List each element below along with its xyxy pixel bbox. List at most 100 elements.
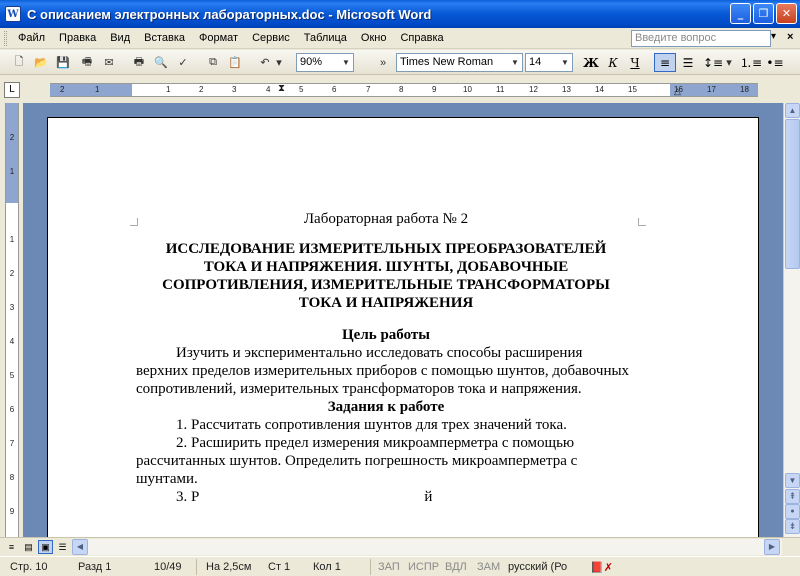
vertical-scroll-thumb[interactable] bbox=[785, 119, 800, 269]
standard-toolbar: 🗋 📂 💾 🖷 ✉ 🖶 🔍 ✓ ⧉ 📋 ↶ ▾ 90% ▼ » Times Ne… bbox=[0, 50, 800, 75]
menu-table[interactable]: Таблица bbox=[297, 32, 354, 44]
status-rec[interactable]: ЗАП bbox=[378, 561, 400, 573]
scroll-up-icon[interactable]: ▲ bbox=[785, 103, 800, 118]
document-page[interactable]: Лабораторная работа № 2 ИССЛЕДОВАНИЕ ИЗМ… bbox=[47, 117, 759, 537]
line-spacing-dropdown-icon[interactable]: ▾ bbox=[724, 54, 734, 71]
scroll-down-icon[interactable]: ▼ bbox=[785, 473, 800, 488]
task-item: 3. Р й bbox=[176, 489, 433, 505]
menu-grip[interactable] bbox=[4, 30, 7, 46]
zoom-dropdown-icon[interactable]: ▼ bbox=[340, 55, 352, 70]
scroll-right-icon[interactable]: ▶ bbox=[764, 539, 780, 555]
underline-button[interactable]: Ч bbox=[624, 53, 646, 72]
vertical-ruler[interactable]: 2 1 1 2 3 4 5 6 7 8 9 bbox=[5, 103, 19, 537]
restore-button[interactable]: ❐ bbox=[753, 3, 774, 24]
status-track-changes[interactable]: ИСПР bbox=[408, 561, 439, 573]
ruler-label: 14 bbox=[595, 85, 604, 94]
document-close-icon[interactable]: × bbox=[787, 31, 793, 43]
menu-edit[interactable]: Правка bbox=[52, 32, 103, 44]
vruler-label: 3 bbox=[9, 303, 15, 312]
save-icon[interactable]: 💾 bbox=[54, 54, 72, 71]
vruler-label: 8 bbox=[9, 473, 15, 482]
normal-view-icon[interactable]: ≡ bbox=[4, 540, 19, 554]
toolbar-options-icon[interactable]: » bbox=[374, 54, 392, 71]
doc-title-line: ТОКА И НАПРЯЖЕНИЯ. ШУНТЫ, ДОБАВОЧНЫЕ bbox=[203, 259, 569, 275]
next-page-icon[interactable]: ⇟ bbox=[785, 519, 800, 534]
print-layout-view-icon[interactable]: ▣ bbox=[38, 540, 53, 554]
menu-format[interactable]: Формат bbox=[192, 32, 245, 44]
scroll-left-icon[interactable]: ◀ bbox=[72, 539, 88, 555]
print-preview-icon[interactable]: 🔍 bbox=[152, 54, 170, 71]
permission-icon[interactable]: 🖷 bbox=[78, 54, 96, 71]
bold-button[interactable]: Ж bbox=[580, 53, 602, 72]
browse-object-icon[interactable]: ● bbox=[785, 504, 800, 519]
status-extend[interactable]: ВДЛ bbox=[445, 561, 467, 573]
print-icon[interactable]: 🖶 bbox=[130, 54, 148, 71]
minimize-button[interactable]: _ bbox=[730, 3, 751, 24]
doc-title-line: ТОКА И НАПРЯЖЕНИЯ bbox=[298, 295, 474, 311]
first-line-indent-marker-icon[interactable]: ⧗ bbox=[278, 84, 285, 95]
menu-tools[interactable]: Сервис bbox=[245, 32, 297, 44]
vruler-label: 1 bbox=[9, 235, 15, 244]
word-app-icon[interactable]: W bbox=[5, 6, 21, 22]
ruler-label: 4 bbox=[266, 85, 271, 94]
menu-window[interactable]: Окно bbox=[354, 32, 394, 44]
ruler-label: 8 bbox=[399, 85, 404, 94]
font-size-select[interactable]: 14 ▼ bbox=[525, 53, 573, 72]
status-overtype[interactable]: ЗАМ bbox=[477, 561, 500, 573]
right-indent-marker-icon[interactable]: △ bbox=[674, 85, 681, 96]
help-dropdown-icon[interactable]: ▾ bbox=[771, 31, 776, 42]
ruler-label: 5 bbox=[299, 85, 304, 94]
italic-button[interactable]: К bbox=[602, 53, 624, 72]
spelling-status-icon[interactable]: 📕✗ bbox=[590, 561, 613, 574]
numbering-icon[interactable]: ⒈≡ bbox=[740, 53, 762, 72]
outline-view-icon[interactable]: ☰ bbox=[55, 540, 70, 554]
status-bar: Стр. 10 Разд 1 10/49 На 2,5см Ст 1 Кол 1… bbox=[0, 556, 800, 576]
menu-help[interactable]: Справка bbox=[393, 32, 450, 44]
new-document-icon[interactable]: 🗋 bbox=[10, 54, 28, 71]
menu-view[interactable]: Вид bbox=[103, 32, 137, 44]
ruler-label: 10 bbox=[463, 85, 472, 94]
web-view-icon[interactable]: ▤ bbox=[21, 540, 36, 554]
undo-icon[interactable]: ↶ bbox=[256, 54, 274, 71]
help-search-input[interactable]: Введите вопрос bbox=[631, 30, 771, 47]
ruler-label: 6 bbox=[332, 85, 337, 94]
undo-dropdown-icon[interactable]: ▾ bbox=[274, 54, 284, 71]
status-page: Стр. 10 bbox=[10, 561, 48, 573]
horizontal-ruler[interactable]: 2 1 1 2 3 4 5 6 7 8 9 10 11 12 13 14 15 … bbox=[50, 83, 758, 97]
font-size-dropdown-icon[interactable]: ▼ bbox=[559, 55, 571, 70]
bullets-icon[interactable]: •≡ bbox=[764, 53, 786, 72]
ruler-row: L 2 1 1 2 3 4 5 6 7 8 9 10 11 12 13 14 1… bbox=[0, 76, 800, 102]
align-left-icon[interactable]: ≡ bbox=[654, 53, 676, 72]
font-name-dropdown-icon[interactable]: ▼ bbox=[509, 55, 521, 70]
menu-file[interactable]: Файл bbox=[11, 32, 52, 44]
ruler-label: 1 bbox=[166, 85, 171, 94]
doc-title-line: ИССЛЕДОВАНИЕ ИЗМЕРИТЕЛЬНЫХ ПРЕОБРАЗОВАТЕ… bbox=[165, 241, 607, 257]
close-button[interactable]: ✕ bbox=[776, 3, 797, 24]
open-folder-icon[interactable]: 📂 bbox=[32, 54, 50, 71]
status-column: Кол 1 bbox=[313, 561, 341, 573]
ruler-label: 9 bbox=[432, 85, 437, 94]
document-body[interactable]: Лабораторная работа № 2 ИССЛЕДОВАНИЕ ИЗМ… bbox=[136, 210, 636, 506]
ruler-label: 18 bbox=[740, 85, 749, 94]
ruler-label: 7 bbox=[366, 85, 371, 94]
paste-icon[interactable]: 📋 bbox=[226, 54, 244, 71]
line-spacing-icon[interactable]: ↕≡ bbox=[702, 53, 724, 72]
align-center-icon[interactable]: ☰ bbox=[677, 53, 699, 72]
document-workspace: Лабораторная работа № 2 ИССЛЕДОВАНИЕ ИЗМ… bbox=[23, 103, 783, 537]
copy-icon[interactable]: ⧉ bbox=[204, 54, 222, 71]
vruler-label: 7 bbox=[9, 439, 15, 448]
previous-page-icon[interactable]: ⇞ bbox=[785, 489, 800, 504]
goal-heading: Цель работы bbox=[342, 327, 430, 343]
spelling-icon[interactable]: ✓ bbox=[174, 54, 192, 71]
vruler-label: 2 bbox=[9, 133, 15, 142]
menu-insert[interactable]: Вставка bbox=[137, 32, 192, 44]
vertical-scrollbar[interactable]: ▲ ▼ ⇞ ● ⇟ bbox=[783, 103, 800, 537]
vruler-label: 2 bbox=[9, 269, 15, 278]
zoom-select[interactable]: 90% ▼ bbox=[296, 53, 354, 72]
ruler-label: 15 bbox=[628, 85, 637, 94]
tab-stop-selector-icon[interactable]: L bbox=[4, 82, 20, 98]
font-name-select[interactable]: Times New Roman ▼ bbox=[396, 53, 523, 72]
horizontal-scrollbar[interactable]: ◀ ▶ bbox=[72, 539, 782, 555]
font-name-value: Times New Roman bbox=[400, 56, 494, 68]
email-icon[interactable]: ✉ bbox=[100, 54, 118, 71]
